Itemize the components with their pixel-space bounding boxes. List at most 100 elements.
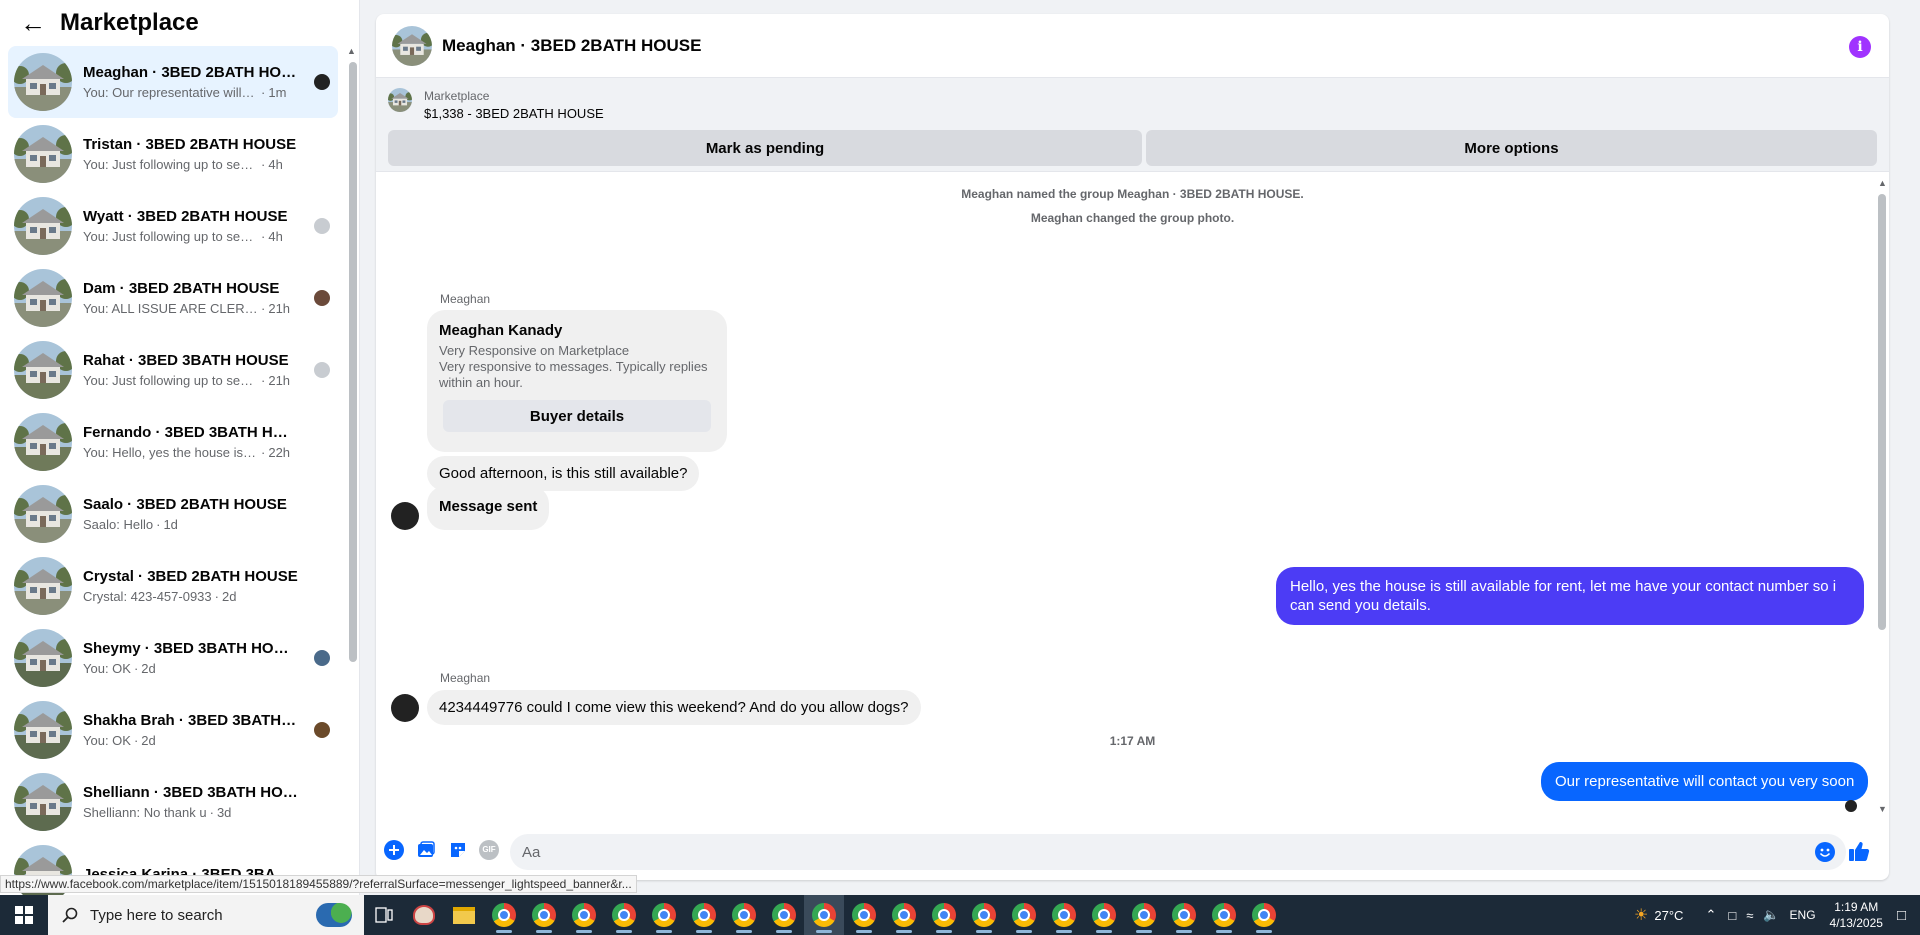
chrome-icon[interactable]: [644, 895, 684, 935]
profile-name[interactable]: Meaghan Kanady: [439, 322, 715, 339]
chrome-icon[interactable]: [1204, 895, 1244, 935]
incoming-message[interactable]: 4234449776 could I come view this weeken…: [427, 690, 921, 725]
sender-avatar[interactable]: [391, 694, 419, 722]
temperature[interactable]: 27°C: [1654, 908, 1683, 923]
sender-label: Meaghan: [440, 292, 491, 306]
chrome-icon[interactable]: [1044, 895, 1084, 935]
outgoing-message[interactable]: Hello, yes the house is still available …: [1276, 567, 1864, 625]
chrome-icon[interactable]: [684, 895, 724, 935]
sender-avatar[interactable]: [391, 502, 419, 530]
preview-separator: ·: [214, 589, 219, 604]
paint-app-icon[interactable]: [404, 895, 444, 935]
file-explorer-icon[interactable]: [444, 895, 484, 935]
wifi-icon[interactable]: ≈: [1746, 908, 1753, 923]
chrome-icon[interactable]: [804, 895, 844, 935]
chrome-icon[interactable]: [724, 895, 764, 935]
preview-text: You: Hello, yes the house is still av...: [83, 445, 258, 460]
listing-price-title[interactable]: $1,338 - 3BED 2BATH HOUSE: [424, 106, 604, 121]
conversation-item[interactable]: Shelliann · 3BED 3BATH HOUSE Shelliann: N…: [8, 766, 338, 838]
conversation-preview: You: Just following up to see if ... · 21h: [83, 373, 332, 388]
mark-as-pending-button[interactable]: Mark as pending: [388, 130, 1142, 166]
windows-taskbar: Type here to search ☀ 27°C ⌃ □ ≈ 🔈 ENG 1…: [0, 895, 1920, 935]
windows-start-icon[interactable]: [0, 895, 48, 935]
more-options-button[interactable]: More options: [1146, 130, 1877, 166]
emoji-icon[interactable]: [1815, 842, 1835, 862]
notifications-icon[interactable]: □: [1897, 907, 1906, 924]
chrome-icon[interactable]: [884, 895, 924, 935]
participant-avatar: [314, 74, 330, 90]
conversation-item[interactable]: Saalo · 3BED 2BATH HOUSE Saalo: Hello · 1d: [8, 478, 338, 550]
search-highlight-icon[interactable]: [316, 903, 352, 927]
conversation-item[interactable]: Sheymy · 3BED 3BATH HOUSE You: OK · 2d: [8, 622, 338, 694]
chat-header: Meaghan · 3BED 2BATH HOUSE i: [376, 14, 1889, 78]
chevron-up-icon[interactable]: ⌃: [1705, 907, 1716, 923]
message-input[interactable]: [510, 834, 1846, 870]
gif-icon[interactable]: GIF: [479, 840, 499, 860]
conversation-time: 2d: [141, 661, 156, 676]
chrome-icon[interactable]: [1164, 895, 1204, 935]
language-indicator[interactable]: ENG: [1790, 908, 1816, 922]
conversation-preview: You: Just following up to see if you'...…: [83, 157, 332, 172]
sticker-icon[interactable]: [448, 840, 468, 860]
conversation-time: 22h: [268, 445, 291, 460]
thread-scrollbar[interactable]: [1878, 194, 1886, 630]
conversation-time: 21h: [268, 373, 291, 388]
conversation-item[interactable]: Meaghan · 3BED 2BATH HOUSE You: Our repre…: [8, 46, 338, 118]
conversation-thumbnail: [14, 197, 72, 255]
sidebar-scrollbar[interactable]: [349, 62, 357, 662]
chrome-icon[interactable]: [844, 895, 884, 935]
chrome-icon[interactable]: [924, 895, 964, 935]
task-view-icon[interactable]: [364, 895, 404, 935]
scroll-down-arrow-icon[interactable]: ▼: [1878, 804, 1887, 814]
conversation-thumbnail: [14, 557, 72, 615]
scroll-up-arrow-icon[interactable]: ▲: [347, 46, 356, 56]
chrome-icon[interactable]: [1244, 895, 1284, 935]
info-icon[interactable]: i: [1849, 36, 1871, 58]
message-timestamp: 1:17 AM: [1109, 734, 1156, 748]
conversation-item[interactable]: Tristan · 3BED 2BATH HOUSE You: Just foll…: [8, 118, 338, 190]
chrome-icon[interactable]: [1004, 895, 1044, 935]
arrow-left-icon[interactable]: ←: [20, 10, 46, 36]
conversation-item[interactable]: Fernando · 3BED 3BATH HOUSE You: Hello, y…: [8, 406, 338, 478]
taskbar-clock[interactable]: 1:19 AM 4/13/2025: [1830, 899, 1883, 931]
weather-icon[interactable]: ☀: [1634, 905, 1648, 925]
conversation-preview: You: Hello, yes the house is still av...…: [83, 445, 332, 460]
chrome-icon[interactable]: [964, 895, 1004, 935]
chrome-icon[interactable]: [484, 895, 524, 935]
buyer-details-button[interactable]: Buyer details: [443, 400, 711, 432]
conversation-item[interactable]: Shakha Brah · 3BED 3BATH H... You: OK · 2d: [8, 694, 338, 766]
conversation-name: Fernando · 3BED 3BATH HOUSE: [83, 424, 298, 441]
conversation-thumbnail: [14, 53, 72, 111]
profile-reply-time-cont: within an hour.: [439, 375, 523, 390]
taskbar-search-box[interactable]: Type here to search: [48, 895, 364, 935]
clock-time: 1:19 AM: [1834, 900, 1879, 914]
chat-title[interactable]: Meaghan · 3BED 2BATH HOUSE: [442, 36, 701, 56]
listing-thumbnail[interactable]: [388, 88, 412, 112]
chrome-icon[interactable]: [1084, 895, 1124, 935]
conversation-item[interactable]: Wyatt · 3BED 2BATH HOUSE You: Just follow…: [8, 190, 338, 262]
chrome-icon[interactable]: [1124, 895, 1164, 935]
conversation-thumbnail: [14, 485, 72, 543]
display-icon[interactable]: □: [1728, 908, 1736, 923]
scroll-up-arrow-icon[interactable]: ▲: [1878, 178, 1887, 188]
taskbar-search-placeholder: Type here to search: [90, 906, 223, 924]
participant-avatar: [314, 362, 330, 378]
conversation-item[interactable]: Dam · 3BED 2BATH HOUSE You: ALL ISSUE ARE…: [8, 262, 338, 334]
photo-icon[interactable]: [416, 840, 436, 860]
conversation-name: Shakha Brah · 3BED 3BATH H...: [83, 712, 298, 729]
chat-panel: Meaghan · 3BED 2BATH HOUSE i Marketplace…: [376, 14, 1889, 880]
group-avatar[interactable]: [392, 25, 432, 66]
chrome-icon[interactable]: [564, 895, 604, 935]
conversation-item[interactable]: Rahat · 3BED 3BATH HOUSE You: Just follow…: [8, 334, 338, 406]
conversation-time: 1d: [163, 517, 178, 532]
chrome-icon[interactable]: [604, 895, 644, 935]
outgoing-message[interactable]: Our representative will contact you very…: [1541, 762, 1869, 801]
plus-circle-icon[interactable]: [384, 840, 404, 860]
thumbs-up-icon[interactable]: [1848, 840, 1870, 862]
conversation-text: Tristan · 3BED 2BATH HOUSE You: Just foll…: [83, 136, 332, 172]
incoming-message[interactable]: Message sent: [427, 486, 550, 530]
conversation-item[interactable]: Crystal · 3BED 2BATH HOUSE Crystal: 423-4…: [8, 550, 338, 622]
chrome-icon[interactable]: [764, 895, 804, 935]
chrome-icon[interactable]: [524, 895, 564, 935]
volume-icon[interactable]: 🔈: [1763, 907, 1779, 923]
